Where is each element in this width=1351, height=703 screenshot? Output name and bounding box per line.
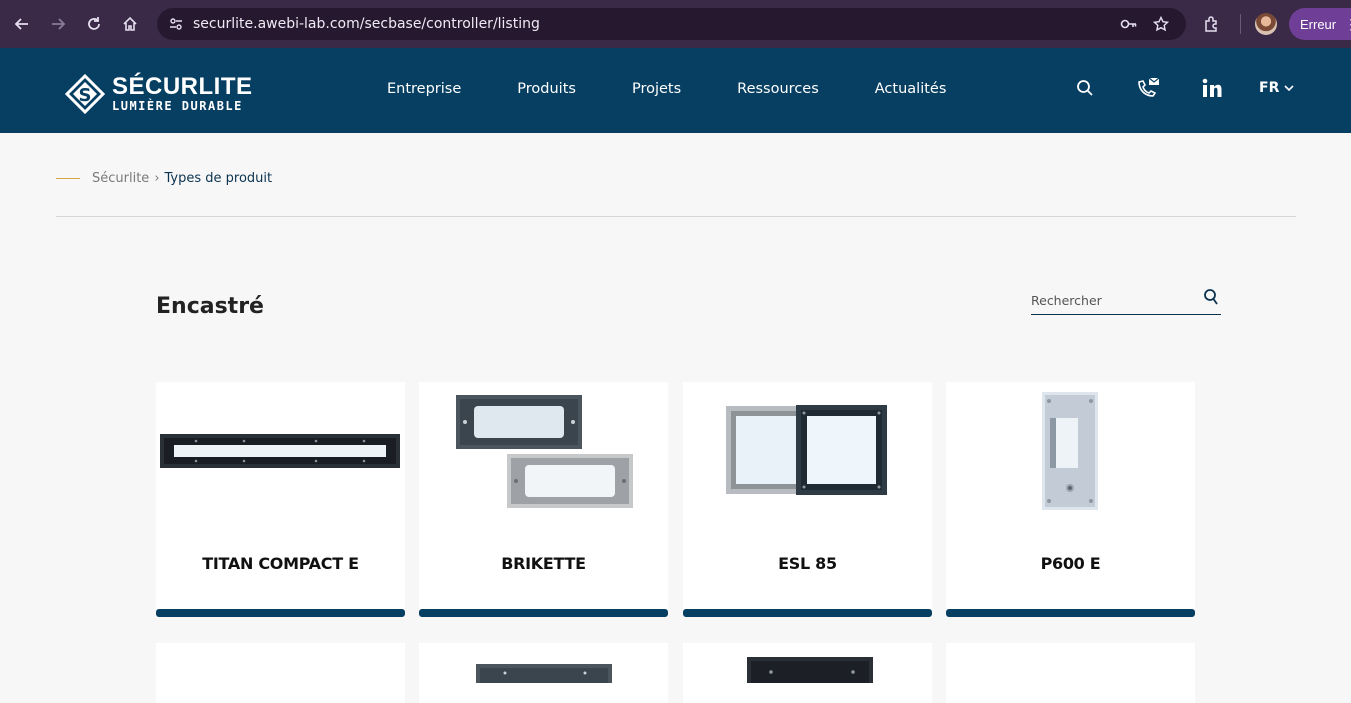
search-icon[interactable] — [1075, 78, 1095, 98]
product-name[interactable]: ESL 85 — [683, 554, 932, 573]
product-image-p600-e[interactable] — [946, 382, 1195, 522]
product-card[interactable]: TITAN COMPACT E — [156, 382, 405, 617]
product-image-partial[interactable] — [683, 643, 932, 683]
bookmark-star-icon[interactable] — [1150, 13, 1172, 35]
back-icon[interactable] — [4, 6, 40, 42]
reload-icon[interactable] — [76, 6, 112, 42]
product-image-titan-compact-e[interactable] — [156, 382, 405, 522]
product-card[interactable]: BRIKETTE — [419, 382, 668, 617]
product-card-bar — [419, 609, 668, 617]
logo[interactable]: S SÉCURLITE LUMIÈRE DURABLE — [64, 73, 253, 115]
linkedin-icon[interactable] — [1201, 77, 1223, 99]
language-label: FR — [1259, 80, 1280, 96]
contact-phone-icon[interactable] — [1135, 76, 1161, 100]
browser-toolbar: securlite.awebi-lab.com/secbase/controll… — [0, 0, 1351, 48]
main-navigation: Entreprise Produits Projets Ressources A… — [387, 81, 1002, 97]
product-name[interactable]: TITAN COMPACT E — [156, 554, 405, 573]
forward-icon[interactable] — [40, 6, 76, 42]
breadcrumb-accent-line — [56, 178, 80, 179]
search-box — [1031, 286, 1221, 315]
site-header: S SÉCURLITE LUMIÈRE DURABLE Entreprise P… — [0, 48, 1351, 133]
site-info-icon[interactable] — [165, 13, 187, 35]
product-name[interactable]: BRIKETTE — [419, 554, 668, 573]
password-key-icon[interactable] — [1118, 13, 1140, 35]
product-card[interactable] — [419, 643, 668, 703]
home-icon[interactable] — [112, 6, 148, 42]
toolbar-separator — [1240, 14, 1241, 34]
search-icon[interactable] — [1203, 288, 1219, 311]
product-card[interactable] — [683, 643, 932, 703]
nav-item-ressources[interactable]: Ressources — [737, 81, 819, 97]
brand-name: SÉCURLITE — [112, 73, 253, 100]
product-image-partial[interactable] — [419, 643, 668, 684]
page-title: Encastré — [156, 294, 264, 319]
error-button[interactable]: Erreur ⋮ — [1289, 8, 1351, 40]
nav-item-entreprise[interactable]: Entreprise — [387, 81, 461, 97]
breadcrumb-home[interactable]: Sécurlite — [92, 171, 149, 186]
breadcrumb-current: Types de produit — [164, 171, 273, 186]
extensions-icon[interactable] — [1200, 12, 1224, 36]
svg-text:S: S — [79, 85, 92, 106]
nav-item-actualites[interactable]: Actualités — [875, 81, 947, 97]
product-image-esl-85[interactable] — [683, 382, 932, 522]
address-bar[interactable]: securlite.awebi-lab.com/secbase/controll… — [157, 8, 1186, 40]
product-image-brikette[interactable] — [419, 382, 668, 522]
product-card[interactable]: P600 E — [946, 382, 1195, 617]
url-text[interactable]: securlite.awebi-lab.com/secbase/controll… — [193, 16, 540, 32]
product-card-bar — [683, 609, 932, 617]
more-menu-icon[interactable]: ⋮ — [1344, 16, 1351, 33]
brand-tagline: LUMIÈRE DURABLE — [112, 99, 243, 113]
product-card[interactable] — [946, 643, 1195, 703]
error-label: Erreur — [1300, 16, 1337, 32]
profile-avatar[interactable] — [1255, 13, 1277, 35]
product-name[interactable]: P600 E — [946, 554, 1195, 573]
product-card[interactable]: ESL 85 — [683, 382, 932, 617]
logo-diamond-icon: S — [64, 73, 106, 115]
nav-item-projets[interactable]: Projets — [632, 81, 681, 97]
language-selector[interactable]: FR — [1259, 80, 1294, 96]
product-card-bar — [946, 609, 1195, 617]
divider — [56, 216, 1296, 217]
chevron-right-icon: › — [154, 171, 160, 186]
nav-item-produits[interactable]: Produits — [517, 81, 576, 97]
product-card[interactable] — [156, 643, 405, 703]
chevron-down-icon — [1284, 85, 1294, 91]
product-card-bar — [156, 609, 405, 617]
search-input[interactable] — [1031, 292, 1191, 308]
breadcrumb: Sécurlite › Types de produit — [56, 171, 272, 186]
